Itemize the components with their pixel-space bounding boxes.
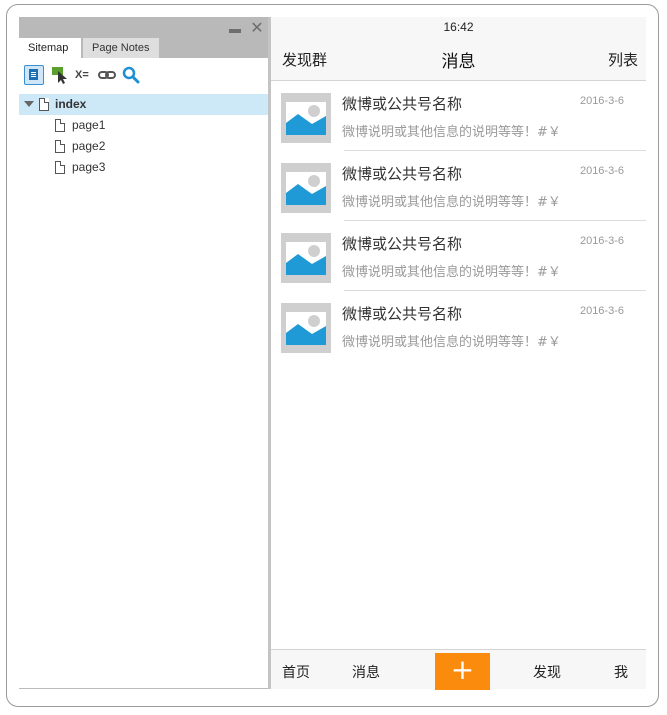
tab-bar: 首页 消息 + 发现 我 — [271, 649, 646, 690]
item-description: 微博说明或其他信息的说明等等！#￥ — [342, 125, 561, 140]
close-icon[interactable]: ✕ — [249, 19, 265, 37]
phone-screen: 16:42 发现群 消息 列表 微博或公共号名称 2016-3-6 微博说明或其… — [271, 17, 646, 690]
item-date: 2016-3-6 — [579, 165, 624, 177]
page-icon — [39, 98, 49, 111]
link-icon[interactable] — [98, 66, 116, 84]
cursor-select-icon[interactable] — [51, 66, 69, 84]
sitemap-tree: index page1 page2 page3 — [19, 94, 268, 178]
list-item[interactable]: 微博或公共号名称 2016-3-6 微博说明或其他信息的说明等等！#￥ — [271, 221, 646, 291]
add-button[interactable]: + — [435, 653, 490, 690]
list-item[interactable]: 微博或公共号名称 2016-3-6 微博说明或其他信息的说明等等！#￥ — [271, 291, 646, 361]
pages-icon[interactable] — [24, 65, 44, 85]
item-title: 微博或公共号名称 — [342, 165, 463, 183]
tree-item-label: page2 — [72, 139, 106, 153]
item-date: 2016-3-6 — [579, 235, 624, 247]
tree-item-index[interactable]: index — [19, 94, 268, 115]
list-item[interactable]: 微博或公共号名称 2016-3-6 微博说明或其他信息的说明等等！#￥ — [271, 151, 646, 221]
page-title: 消息 — [441, 52, 476, 72]
item-date: 2016-3-6 — [579, 305, 624, 317]
item-title: 微博或公共号名称 — [342, 95, 463, 113]
search-icon[interactable] — [122, 66, 140, 84]
page-icon — [55, 119, 65, 132]
minimize-icon[interactable] — [227, 19, 243, 37]
panel-header: ✕ Sitemap Page Notes — [19, 17, 268, 58]
tab-me[interactable]: 我 — [614, 662, 628, 682]
image-placeholder-icon — [281, 93, 331, 143]
image-placeholder-icon — [281, 233, 331, 283]
tree-item-page1[interactable]: page1 — [19, 115, 268, 136]
variable-icon[interactable]: X= — [75, 66, 93, 84]
page-icon — [55, 161, 65, 174]
item-description: 微博说明或其他信息的说明等等！#￥ — [342, 265, 561, 280]
sitemap-toolbar: X= — [19, 58, 268, 92]
item-description: 微博说明或其他信息的说明等等！#￥ — [342, 335, 561, 350]
tree-item-page3[interactable]: page3 — [19, 157, 268, 178]
item-description: 微博说明或其他信息的说明等等！#￥ — [342, 195, 561, 210]
image-placeholder-icon — [281, 303, 331, 353]
tab-messages[interactable]: 消息 — [352, 662, 380, 682]
item-title: 微博或公共号名称 — [342, 305, 463, 323]
nav-bar: 发现群 消息 列表 — [271, 37, 646, 81]
list-button[interactable]: 列表 — [608, 49, 638, 70]
list-item[interactable]: 微博或公共号名称 2016-3-6 微博说明或其他信息的说明等等！#￥ — [271, 81, 646, 151]
tab-home[interactable]: 首页 — [282, 662, 310, 682]
tab-page-notes[interactable]: Page Notes — [83, 38, 159, 58]
item-date: 2016-3-6 — [579, 95, 624, 107]
item-title: 微博或公共号名称 — [342, 235, 463, 253]
tab-sitemap[interactable]: Sitemap — [19, 38, 81, 58]
status-bar-time: 16:42 — [271, 17, 646, 37]
message-list: 微博或公共号名称 2016-3-6 微博说明或其他信息的说明等等！#￥ 微博或公… — [271, 81, 646, 361]
sitemap-panel: ✕ Sitemap Page Notes X= index page1 page… — [19, 17, 268, 689]
tree-item-label: page3 — [72, 160, 106, 174]
image-placeholder-icon — [281, 163, 331, 213]
page-icon — [55, 140, 65, 153]
tree-item-page2[interactable]: page2 — [19, 136, 268, 157]
tree-item-label: page1 — [72, 118, 106, 132]
tree-item-label: index — [55, 97, 87, 111]
tab-discover[interactable]: 发现 — [533, 662, 561, 682]
caret-down-icon[interactable] — [24, 101, 34, 107]
